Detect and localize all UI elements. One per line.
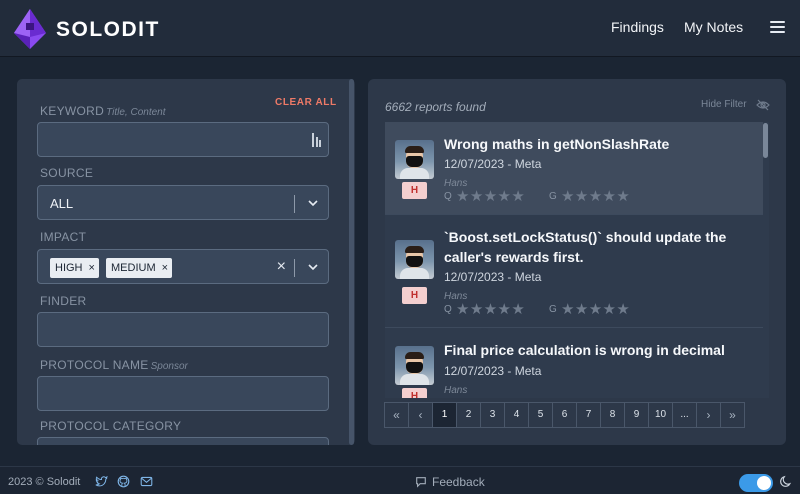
finder-label: FINDER xyxy=(40,294,87,308)
impact-tag-high: HIGH × xyxy=(50,258,99,278)
page-8-button[interactable]: 8 xyxy=(600,402,625,428)
results-count: 6662 reports found xyxy=(385,100,486,114)
footer: 2023 © Solodit Feedback xyxy=(0,466,800,494)
report-title[interactable]: Wrong maths in getNonSlashRate xyxy=(444,134,758,154)
theme-toggle[interactable] xyxy=(739,474,773,492)
moon-icon[interactable] xyxy=(780,475,793,488)
finder-avatar xyxy=(395,346,434,385)
impact-tag-medium: MEDIUM × xyxy=(106,258,173,278)
page-3-button[interactable]: 3 xyxy=(480,402,505,428)
copyright-text: 2023 © Solodit xyxy=(8,476,81,488)
clear-all-button[interactable]: CLEAR ALL xyxy=(275,97,337,108)
filter-scrollbar[interactable] xyxy=(349,79,354,445)
report-date: 12/07/2023 - Meta xyxy=(444,364,542,378)
page-2-button[interactable]: 2 xyxy=(456,402,481,428)
last-page-button[interactable]: » xyxy=(720,402,745,428)
general-stars[interactable]: ★★★★★ xyxy=(561,302,630,317)
protocol-name-label-text: PROTOCOL NAME xyxy=(40,358,149,372)
first-page-button[interactable]: « xyxy=(384,402,409,428)
list-item[interactable]: H Final price calculation is wrong in de… xyxy=(385,328,763,398)
feedback-link[interactable]: Feedback xyxy=(415,475,485,489)
feedback-label: Feedback xyxy=(432,475,485,489)
page-5-button[interactable]: 5 xyxy=(528,402,553,428)
finder-input[interactable] xyxy=(37,312,329,347)
results-list: H Wrong maths in getNonSlashRate 12/07/2… xyxy=(385,122,769,398)
brand-name[interactable]: SOLODIT xyxy=(56,18,160,42)
clear-selection-icon[interactable]: × xyxy=(277,258,286,276)
impact-badge: H xyxy=(402,388,427,398)
nav-findings-link[interactable]: Findings xyxy=(611,19,664,35)
report-title[interactable]: `Boost.setLockStatus()` should update th… xyxy=(444,227,758,267)
impact-tag-medium-label: MEDIUM xyxy=(111,262,156,274)
impact-badge: H xyxy=(402,287,427,304)
github-icon[interactable] xyxy=(117,475,130,488)
quality-stars[interactable]: ★★★★★ xyxy=(456,302,525,317)
chevron-down-icon[interactable] xyxy=(306,196,320,210)
list-item[interactable]: H Wrong maths in getNonSlashRate 12/07/2… xyxy=(385,122,763,215)
eye-off-icon[interactable] xyxy=(756,99,770,111)
page-10-button[interactable]: 10 xyxy=(648,402,673,428)
report-date: 12/07/2023 - Meta xyxy=(444,157,542,171)
keyword-input[interactable] xyxy=(37,122,329,157)
top-navbar: SOLODIT Findings My Notes xyxy=(0,0,800,57)
remove-tag-icon[interactable]: × xyxy=(162,262,168,274)
mail-icon[interactable] xyxy=(140,475,153,488)
page-4-button[interactable]: 4 xyxy=(504,402,529,428)
password-manager-icon[interactable] xyxy=(312,133,322,147)
general-label: G xyxy=(549,191,557,202)
solodit-logo-icon[interactable] xyxy=(12,7,48,51)
pagination: «‹ 1 2 3 4 5 6 7 8 9 10... ›» xyxy=(384,402,745,428)
page-9-button[interactable]: 9 xyxy=(624,402,649,428)
hamburger-menu-icon[interactable] xyxy=(770,21,785,34)
page-ellipsis-button[interactable]: ... xyxy=(672,402,697,428)
impact-badge: H xyxy=(402,182,427,199)
next-page-button[interactable]: › xyxy=(696,402,721,428)
twitter-icon[interactable] xyxy=(95,475,108,488)
nav-my-notes-link[interactable]: My Notes xyxy=(684,19,743,35)
keyword-label: KEYWORD Title, Content xyxy=(40,104,166,118)
chevron-down-icon[interactable] xyxy=(306,260,320,274)
protocol-category-label: PROTOCOL CATEGORY xyxy=(40,419,182,433)
keyword-label-text: KEYWORD xyxy=(40,104,105,118)
report-title[interactable]: Final price calculation is wrong in deci… xyxy=(444,340,758,360)
report-date: 12/07/2023 - Meta xyxy=(444,270,542,284)
protocol-name-label: PROTOCOL NAME Sponsor xyxy=(40,358,188,372)
results-scrollbar[interactable] xyxy=(763,123,768,158)
select-separator xyxy=(294,259,295,277)
finder-avatar xyxy=(395,240,434,279)
list-item[interactable]: H `Boost.setLockStatus()` should update … xyxy=(385,215,763,328)
chat-bubble-icon xyxy=(416,477,426,488)
keyword-hint: Title, Content xyxy=(106,107,166,118)
protocol-category-select[interactable] xyxy=(37,437,329,445)
quality-label: Q xyxy=(444,191,452,202)
impact-tag-high-label: HIGH xyxy=(55,262,83,274)
page-7-button[interactable]: 7 xyxy=(576,402,601,428)
protocol-name-input[interactable] xyxy=(37,376,329,411)
results-panel: 6662 reports found Hide Filter H Wrong m… xyxy=(368,79,786,445)
report-finder[interactable]: Hans xyxy=(444,385,467,396)
source-select[interactable]: ALL xyxy=(37,185,329,220)
source-selected-value: ALL xyxy=(50,196,74,211)
page-6-button[interactable]: 6 xyxy=(552,402,577,428)
prev-page-button[interactable]: ‹ xyxy=(408,402,433,428)
select-separator xyxy=(294,195,295,213)
general-label: G xyxy=(549,304,557,315)
toggle-knob xyxy=(757,476,771,490)
remove-tag-icon[interactable]: × xyxy=(89,262,95,274)
protocol-name-hint: Sponsor xyxy=(150,361,188,372)
quality-stars[interactable]: ★★★★★ xyxy=(456,189,525,204)
quality-label: Q xyxy=(444,304,452,315)
impact-multiselect[interactable]: HIGH × MEDIUM × × xyxy=(37,249,329,284)
general-stars[interactable]: ★★★★★ xyxy=(561,189,630,204)
page-1-button[interactable]: 1 xyxy=(432,402,457,428)
hide-filter-button[interactable]: Hide Filter xyxy=(701,99,747,110)
finder-avatar xyxy=(395,140,434,179)
impact-label: IMPACT xyxy=(40,230,87,244)
filter-panel: KEYWORD Title, Content CLEAR ALL SOURCE A… xyxy=(17,79,355,445)
source-label: SOURCE xyxy=(40,166,94,180)
